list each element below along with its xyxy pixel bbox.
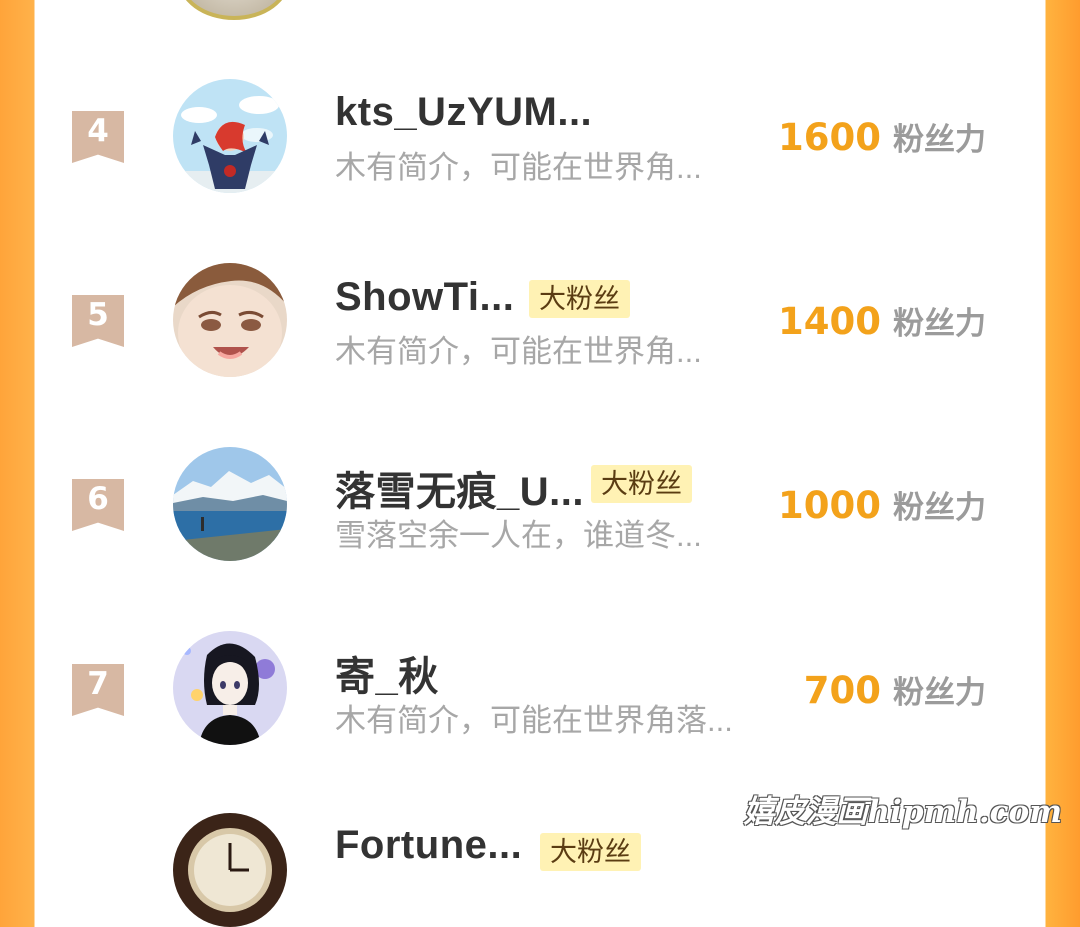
snow-mountain-avatar-icon[interactable] <box>173 447 287 561</box>
site-watermark: 嬉皮漫画hipmh.com <box>743 794 1062 830</box>
fan-power-count: 700 <box>803 669 881 712</box>
fan-power-unit: 粉丝力 <box>893 490 986 525</box>
user-bio: 木有简介，可能在世界角... <box>335 150 702 185</box>
big-fan-badge: 大粉丝 <box>540 833 641 871</box>
fan-power-unit: 粉丝力 <box>893 675 986 710</box>
user-name[interactable]: 寄_秋 <box>335 644 439 702</box>
fan-power-unit: 粉丝力 <box>893 306 986 341</box>
fan-power: 700 粉丝力 <box>804 667 986 712</box>
user-name[interactable]: 落雪无痕_U... <box>335 459 584 517</box>
big-fan-badge: 大粉丝 <box>591 465 692 503</box>
user-bio: 雪落空余一人在，谁道冬... <box>335 518 702 553</box>
user-name[interactable]: ShowTi... <box>335 275 514 320</box>
user-bio: 木有简介，可能在世界角... <box>335 334 702 369</box>
next-user-name[interactable]: Fortune... <box>335 823 522 868</box>
user-bio: 木有简介，可能在世界角落... <box>335 703 733 738</box>
clock-avatar-icon[interactable] <box>173 813 287 927</box>
fan-power: 1000 粉丝力 <box>778 482 986 527</box>
fan-power-count: 1000 <box>778 484 881 527</box>
anime-face-avatar-icon[interactable] <box>173 263 287 377</box>
ranking-row-7[interactable]: 7 寄_秋 木有简介，可能在世界角落... 700 粉丝力 <box>0 0 1080 745</box>
big-fan-badge: 大粉丝 <box>529 280 630 318</box>
fan-power-count: 1400 <box>778 300 881 343</box>
fan-power: 1400 粉丝力 <box>778 298 986 343</box>
anime-girl-avatar-icon[interactable] <box>173 631 287 745</box>
